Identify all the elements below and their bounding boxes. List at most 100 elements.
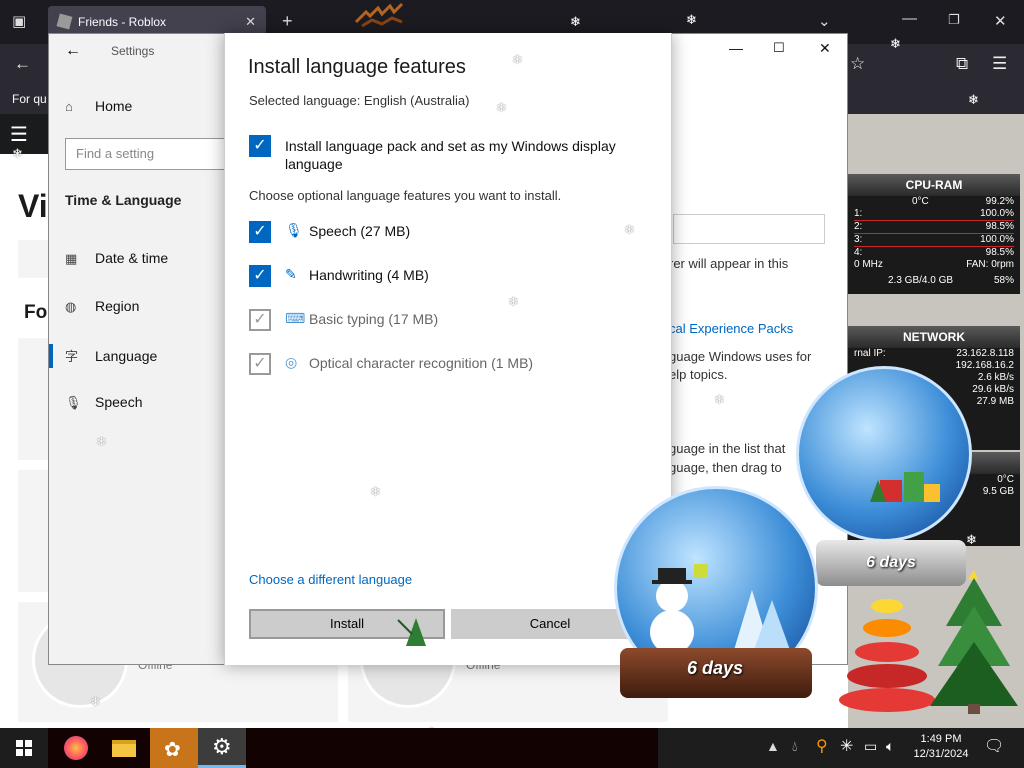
internal-ip: 192.168.16.2: [955, 360, 1014, 371]
settings-taskbar-button[interactable]: ⚙: [198, 728, 246, 768]
snowflake-icon: ❄: [624, 222, 635, 237]
hamburger-menu-icon[interactable]: ☰: [10, 122, 28, 147]
dialog-title: Install language features: [248, 56, 466, 78]
close-icon[interactable]: ✕: [819, 40, 831, 57]
snowflake-icon: ❄: [890, 36, 901, 51]
settings-search-input[interactable]: Find a setting: [65, 138, 229, 170]
snowflake-icon: ❄: [570, 14, 581, 29]
snow-tray-icon[interactable]: ✳: [840, 736, 853, 756]
snowflake-icon: ❄: [90, 694, 101, 709]
snowflake-icon: ❄: [96, 434, 107, 449]
snowflake-icon: ❄: [512, 52, 523, 67]
app-taskbar-button[interactable]: ✿: [150, 728, 198, 768]
upload-speed: 29.6 kB/s: [972, 384, 1014, 395]
local-experience-link[interactable]: cal Experience Packs: [669, 321, 793, 336]
search-card: [18, 240, 48, 278]
firefox-icon: [64, 736, 88, 760]
sidebar-item-language[interactable]: 字 Language: [65, 346, 157, 365]
snowflake-icon: ❄: [508, 294, 519, 309]
calendar-clock-icon: ▦: [65, 251, 78, 266]
globe-plaque: 6 days: [866, 554, 916, 571]
core-label: 3:: [854, 234, 863, 245]
back-icon[interactable]: ←: [14, 54, 31, 74]
clock[interactable]: 1:49 PM 12/31/2024: [910, 732, 972, 762]
snowflake-icon: ❄: [966, 532, 977, 547]
fan-speed: FAN: 0rpm: [966, 259, 1014, 270]
optional-features-header: Choose optional language features you wa…: [249, 188, 562, 203]
core-value: 100.0%: [980, 208, 1014, 219]
cpu-freq: 0 MHz: [854, 259, 883, 270]
info-text: guage, then drag to: [669, 460, 782, 475]
tab-list-icon[interactable]: ▣: [12, 12, 26, 30]
selected-indicator: [49, 344, 53, 368]
spiral-tree-icon: [839, 599, 935, 712]
minimize-browser-icon[interactable]: —: [902, 10, 917, 27]
ext-ip-label: rnal IP:: [854, 348, 886, 359]
info-text: elp topics.: [669, 367, 728, 382]
bookmark-star-icon[interactable]: ☆: [850, 54, 865, 74]
handwriting-label: Handwriting (4 MB): [309, 267, 429, 283]
language-pack-checkbox[interactable]: ✓: [249, 135, 271, 157]
roblox-favicon-icon: [56, 13, 73, 30]
sidebar-item-home[interactable]: ⌂ Home: [65, 98, 132, 114]
menu-icon[interactable]: ☰: [992, 54, 1007, 74]
notifications-icon[interactable]: 🗨︎: [984, 736, 1004, 756]
ram-percent: 58%: [993, 275, 1014, 286]
core-label: 2:: [854, 221, 863, 232]
ram-usage: 2.3 GB/4.0 GB: [888, 275, 954, 286]
info-text: guage in the list that: [669, 441, 786, 456]
handwriting-checkbox[interactable]: ✓: [249, 265, 271, 287]
firefox-taskbar-button[interactable]: [52, 728, 100, 768]
basic-typing-checkbox: ✓: [249, 309, 271, 331]
snowflake-icon: ❄: [714, 392, 725, 407]
sidebar-item-label: Region: [95, 298, 140, 314]
sidebar-item-label: Home: [95, 98, 133, 114]
friend-card[interactable]: [18, 470, 48, 592]
droplet-icon[interactable]: 💧︎: [792, 738, 798, 755]
microphone-icon: 🎙︎: [285, 222, 303, 238]
basic-typing-label: Basic typing (17 MB): [309, 311, 439, 327]
pen-icon: ✎: [285, 266, 297, 282]
friend-card[interactable]: [18, 338, 48, 460]
ocr-icon: ◎: [285, 354, 298, 370]
choose-language-link[interactable]: Choose a different language: [249, 572, 412, 587]
windows-logo-icon: [16, 740, 32, 756]
file-explorer-taskbar-button[interactable]: [100, 728, 148, 768]
snowflake-icon: ❄: [12, 146, 23, 161]
globe-plaque: 6 days: [686, 658, 744, 678]
language-icon: 字: [65, 349, 79, 364]
extensions-icon[interactable]: ⧉: [956, 54, 968, 74]
language-input[interactable]: [673, 214, 825, 244]
gadget-title: NETWORK: [848, 326, 1020, 348]
network-total: 27.9 MB: [976, 396, 1014, 407]
ocr-checkbox: ✓: [249, 353, 271, 375]
new-tab-icon[interactable]: +: [282, 11, 293, 32]
speech-checkbox[interactable]: ✓: [249, 221, 271, 243]
sidebar-item-label: Speech: [95, 394, 143, 410]
search-tray-icon[interactable]: ⚲: [816, 736, 828, 756]
sidebar-item-region[interactable]: ◍ Region: [65, 298, 139, 315]
core-value: 100.0%: [980, 234, 1014, 245]
speech-label: Speech (27 MB): [309, 223, 411, 239]
drive-size: 9.5 GB: [982, 486, 1014, 497]
restore-browser-icon[interactable]: ❐: [948, 12, 960, 28]
list-all-tabs-icon[interactable]: ⌄: [818, 12, 831, 30]
minimize-icon[interactable]: —: [729, 40, 743, 56]
snowflake-icon: ❄: [686, 12, 697, 27]
network-icon[interactable]: ▭: [864, 738, 877, 755]
home-icon: ⌂: [65, 99, 73, 114]
friends-section-heading: Fo: [24, 302, 48, 323]
ocr-label: Optical character recognition (1 MB): [309, 355, 534, 371]
sidebar-item-label: Language: [95, 348, 158, 364]
tray-app-icon[interactable]: ▲: [766, 738, 780, 754]
sidebar-item-speech[interactable]: 🎙︎ Speech: [65, 394, 142, 411]
volume-muted-icon[interactable]: 🔈︎: [886, 738, 894, 755]
snowflake-icon: ❄: [968, 92, 979, 107]
sidebar-item-date-time[interactable]: ▦ Date & time: [65, 250, 168, 267]
maximize-icon[interactable]: ☐: [773, 40, 785, 56]
mini-tree-cursor-icon: [397, 618, 426, 646]
close-browser-icon[interactable]: ✕: [994, 12, 1007, 30]
bookmark-item[interactable]: For qu: [12, 92, 47, 106]
back-arrow-icon[interactable]: ←: [65, 42, 81, 60]
start-button[interactable]: [0, 728, 48, 768]
